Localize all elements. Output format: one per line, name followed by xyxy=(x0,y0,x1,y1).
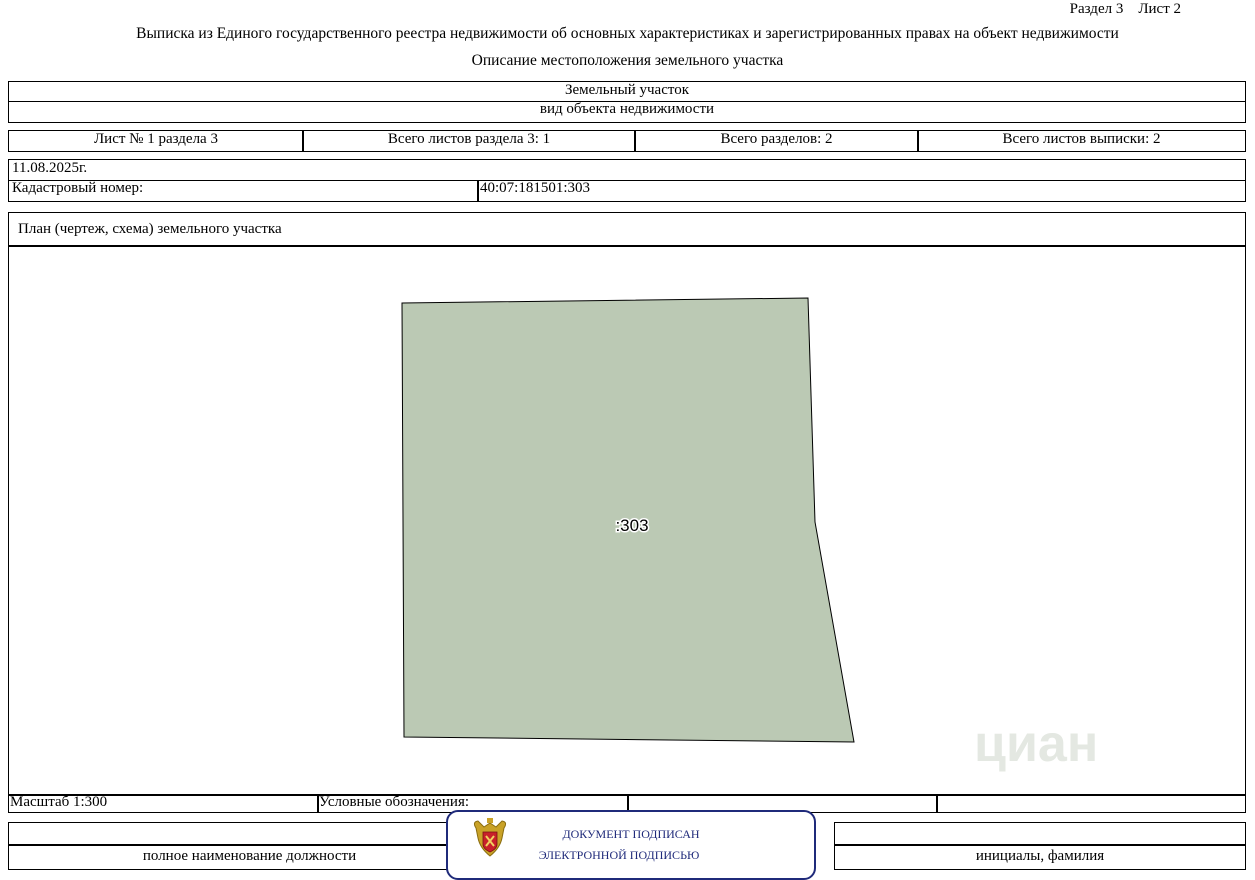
plan-title: План (чертеж, схема) земельного участка xyxy=(18,221,282,237)
initials-cell-top xyxy=(834,822,1246,846)
object-type: Земельный участок xyxy=(8,81,1246,102)
plan-drawing-area: циан :303 xyxy=(8,245,1246,796)
total-section-sheets-text: Всего листов раздела 3: 1 xyxy=(387,131,551,147)
stamp-line-2: ЭЛЕКТРОННОЙ ПОДПИСЬЮ xyxy=(538,848,700,862)
position-caption-cell: полное наименование должности xyxy=(8,844,491,870)
position-caption: полное наименование должности xyxy=(142,848,357,864)
section-sheet-label: Раздел 3 Лист 2 xyxy=(1069,1,1181,17)
date-text: 11.08.2025г. xyxy=(12,160,88,176)
total-extract-sheets: Всего листов выписки: 2 xyxy=(917,130,1246,152)
cadastral-value-cell: 40:07:181501:303 xyxy=(477,180,1246,202)
watermark-text: циан xyxy=(974,715,1098,773)
initials-caption-cell: инициалы, фамилия xyxy=(834,844,1246,870)
total-extract-sheets-text: Всего листов выписки: 2 xyxy=(1002,131,1161,147)
total-sections-text: Всего разделов: 2 xyxy=(720,131,833,147)
scale-text: Масштаб 1:300 xyxy=(10,794,108,810)
sheet-number: Лист № 1 раздела 3 xyxy=(8,130,304,152)
legend-label: Условные обозначения: xyxy=(319,794,470,810)
object-type-value: Земельный участок xyxy=(564,82,690,98)
sheet-number-text: Лист № 1 раздела 3 xyxy=(94,131,218,147)
document-subtitle: Описание местоположения земельного участ… xyxy=(471,52,784,69)
plan-svg: циан :303 xyxy=(401,297,1098,773)
object-type-caption-text: вид объекта недвижимости xyxy=(539,101,715,117)
cadastral-label-cell: Кадастровый номер: xyxy=(8,180,479,202)
object-type-caption: вид объекта недвижимости xyxy=(8,101,1246,123)
total-sections: Всего разделов: 2 xyxy=(634,130,919,152)
date-cell: 11.08.2025г. xyxy=(8,159,1246,181)
stamp-line-1: ДОКУМЕНТ ПОДПИСАН xyxy=(562,827,700,841)
initials-caption: инициалы, фамилия xyxy=(975,848,1105,864)
total-section-sheets: Всего листов раздела 3: 1 xyxy=(302,130,636,152)
parcel-label: :303 xyxy=(615,516,648,535)
position-cell-top xyxy=(8,822,448,846)
cadastral-number: 40:07:181501:303 xyxy=(480,180,591,196)
cadastral-label: Кадастровый номер: xyxy=(12,180,144,196)
electronic-signature-stamp: ДОКУМЕНТ ПОДПИСАН ЭЛЕКТРОННОЙ ПОДПИСЬЮ xyxy=(446,810,816,880)
scale-cell: Масштаб 1:300 xyxy=(8,794,319,813)
legend-cell-empty-2 xyxy=(936,794,1246,813)
plan-title-cell: План (чертеж, схема) земельного участка xyxy=(8,212,1246,247)
document-title: Выписка из Единого государственного реес… xyxy=(136,25,1119,42)
